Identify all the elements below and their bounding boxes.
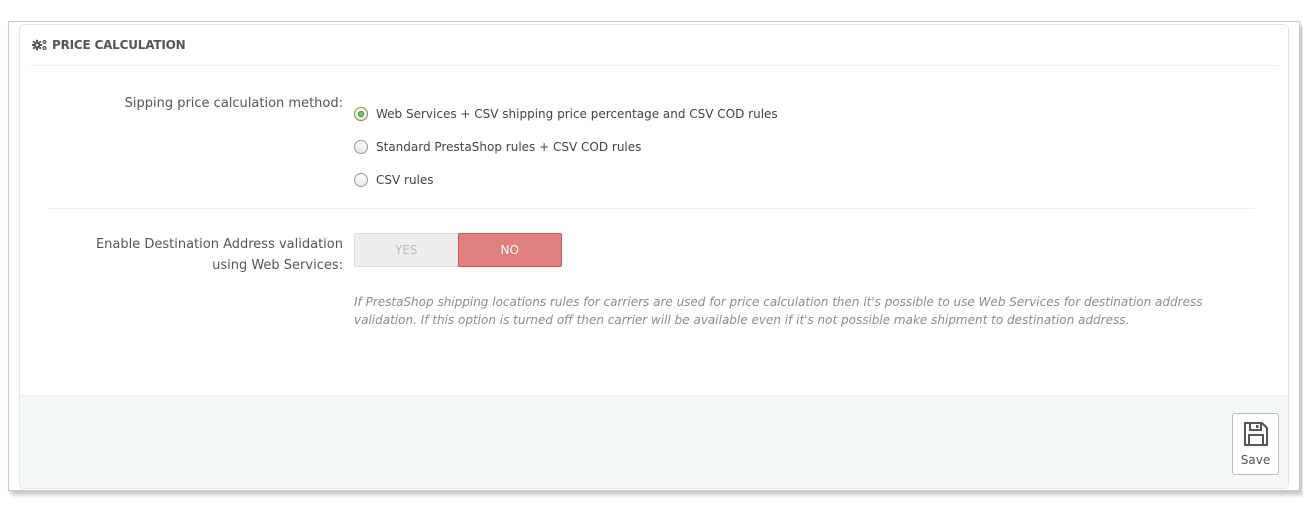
price-method-radio-group: Web Services + CSV shipping price percen… [354,97,778,196]
switch-no-option[interactable]: NO [457,233,562,267]
address-validation-label-line1: Enable Destination Address validation [95,237,343,252]
address-validation-label-line2: using Web Services: [212,258,343,273]
switch-yes-option[interactable]: YES [355,234,458,266]
address-validation-switch: YES NO [354,233,562,267]
panel-heading: PRICE CALCULATION [30,25,1278,66]
address-validation-label: Enable Destination Address validation us… [40,234,343,276]
radio-option-web-services[interactable]: Web Services + CSV shipping price percen… [354,97,778,130]
radio-option-standard-prestashop[interactable]: Standard PrestaShop rules + CSV COD rule… [354,130,778,163]
save-button[interactable]: Save [1232,413,1279,475]
panel-title: PRICE CALCULATION [52,38,186,52]
price-calculation-panel: PRICE CALCULATION Sipping price calculat… [19,24,1289,489]
floppy-disk-icon [1243,421,1269,451]
radio-option-label: Web Services + CSV shipping price percen… [376,106,778,121]
save-button-label: Save [1240,453,1271,467]
radio-option-label: CSV rules [376,172,434,187]
cogs-icon [32,39,48,51]
radio-option-csv-rules[interactable]: CSV rules [354,163,778,196]
price-method-label: Sipping price calculation method: [40,93,343,115]
address-validation-help-text: If PrestaShop shipping locations rules f… [354,295,1203,327]
radio-option-label: Standard PrestaShop rules + CSV COD rule… [376,139,642,154]
window-frame: PRICE CALCULATION Sipping price calculat… [8,21,1300,491]
price-method-label-text: Sipping price calculation method: [124,96,343,111]
section-divider [48,208,1255,209]
radio-button[interactable] [354,139,368,154]
panel-footer: Save [20,395,1288,488]
radio-button[interactable] [354,106,368,121]
radio-button[interactable] [354,172,368,187]
